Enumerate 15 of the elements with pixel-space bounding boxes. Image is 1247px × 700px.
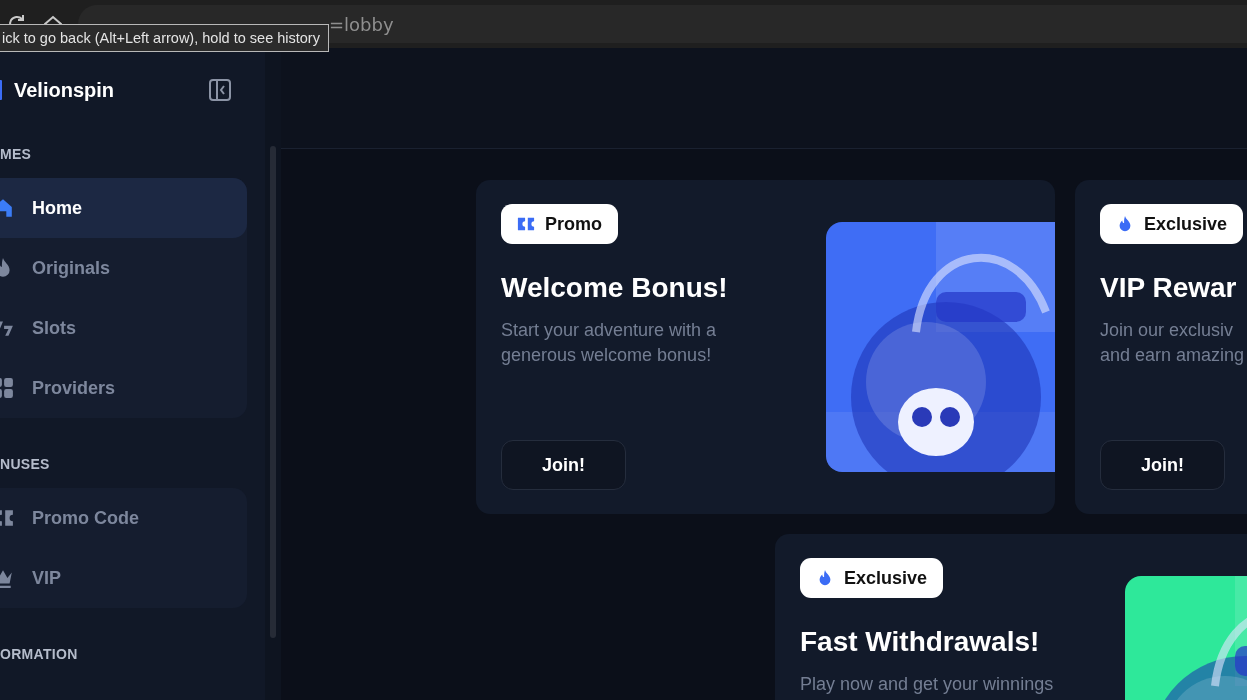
section-title: ORMATION — [0, 645, 79, 664]
badge-label: Exclusive — [844, 567, 928, 589]
card-title: Fast Withdrawals! — [800, 626, 1041, 658]
brand-name: Velionspin — [14, 78, 115, 102]
tooltip: ick to go back (Alt+Left arrow), hold to see history — [0, 24, 329, 52]
section-title: MES — [0, 145, 33, 164]
badge-label: Promo — [545, 213, 602, 235]
card-description: Start your adventure with a generous welcome bonus! — [501, 319, 718, 367]
card-title: Welcome Bonus! — [501, 272, 729, 304]
card-description: Join our exclusiv and earn amazing — [1100, 319, 1246, 367]
url-text: =lobby — [329, 13, 394, 35]
badge-label: Exclusive — [1144, 213, 1228, 235]
card-title: VIP Rewar — [1100, 272, 1238, 304]
card-description: Play now and get your winnings — [800, 673, 1055, 696]
section-title: NUSES — [0, 455, 51, 474]
